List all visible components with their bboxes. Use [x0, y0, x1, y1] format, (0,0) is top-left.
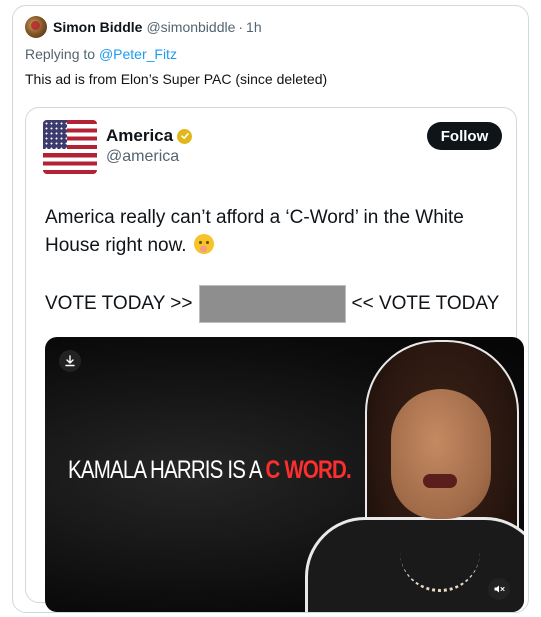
- video-headline: KAMALA HARRIS IS A C WORD.: [68, 456, 352, 485]
- reply-header: Simon Biddle @simonbiddle · 1h: [25, 16, 262, 38]
- video-media[interactable]: KAMALA HARRIS IS A C WORD.: [45, 337, 524, 612]
- headline-red: C WORD.: [265, 456, 351, 484]
- author-name[interactable]: Simon Biddle: [53, 19, 142, 35]
- follow-button[interactable]: Follow: [427, 122, 502, 150]
- replying-to-link[interactable]: @Peter_Fitz: [99, 46, 177, 62]
- replying-prefix: Replying to: [25, 46, 99, 62]
- mute-icon[interactable]: [488, 578, 510, 600]
- quoted-tweet-body: America really can’t afford a ‘C-Word’ i…: [45, 207, 464, 256]
- vote-line: VOTE TODAY >> << VOTE TODAY: [45, 285, 499, 323]
- author-handle[interactable]: @simonbiddle: [146, 19, 235, 35]
- timestamp[interactable]: 1h: [246, 19, 262, 35]
- flag-canton: [43, 120, 67, 149]
- quoted-author-name[interactable]: America: [106, 126, 173, 146]
- quoted-author-name-row: America: [106, 126, 193, 146]
- verified-icon[interactable]: [177, 128, 193, 144]
- replying-to: Replying to @Peter_Fitz: [25, 46, 177, 62]
- separator-dot: ·: [238, 19, 244, 35]
- quoted-tweet[interactable]: America @america Follow America really c…: [25, 107, 524, 612]
- avatar[interactable]: [25, 16, 47, 38]
- america-avatar[interactable]: [43, 120, 97, 174]
- shushing-face-emoji-icon: [193, 234, 214, 254]
- vote-left-text: VOTE TODAY >>: [45, 293, 193, 314]
- quoted-tweet-text: America really can’t afford a ‘C-Word’ i…: [45, 204, 505, 260]
- headline-white: KAMALA HARRIS IS A: [68, 456, 266, 484]
- vote-right-text: << VOTE TODAY: [351, 293, 500, 314]
- download-icon[interactable]: [59, 350, 81, 372]
- reply-tweet-card[interactable]: Simon Biddle @simonbiddle · 1h Replying …: [12, 5, 529, 613]
- redacted-link-box: [198, 285, 346, 323]
- portrait-mouth: [423, 474, 457, 488]
- reply-text: This ad is from Elon’s Super PAC (since …: [25, 71, 328, 87]
- quoted-author-handle[interactable]: @america: [106, 148, 179, 166]
- portrait-face: [391, 389, 491, 519]
